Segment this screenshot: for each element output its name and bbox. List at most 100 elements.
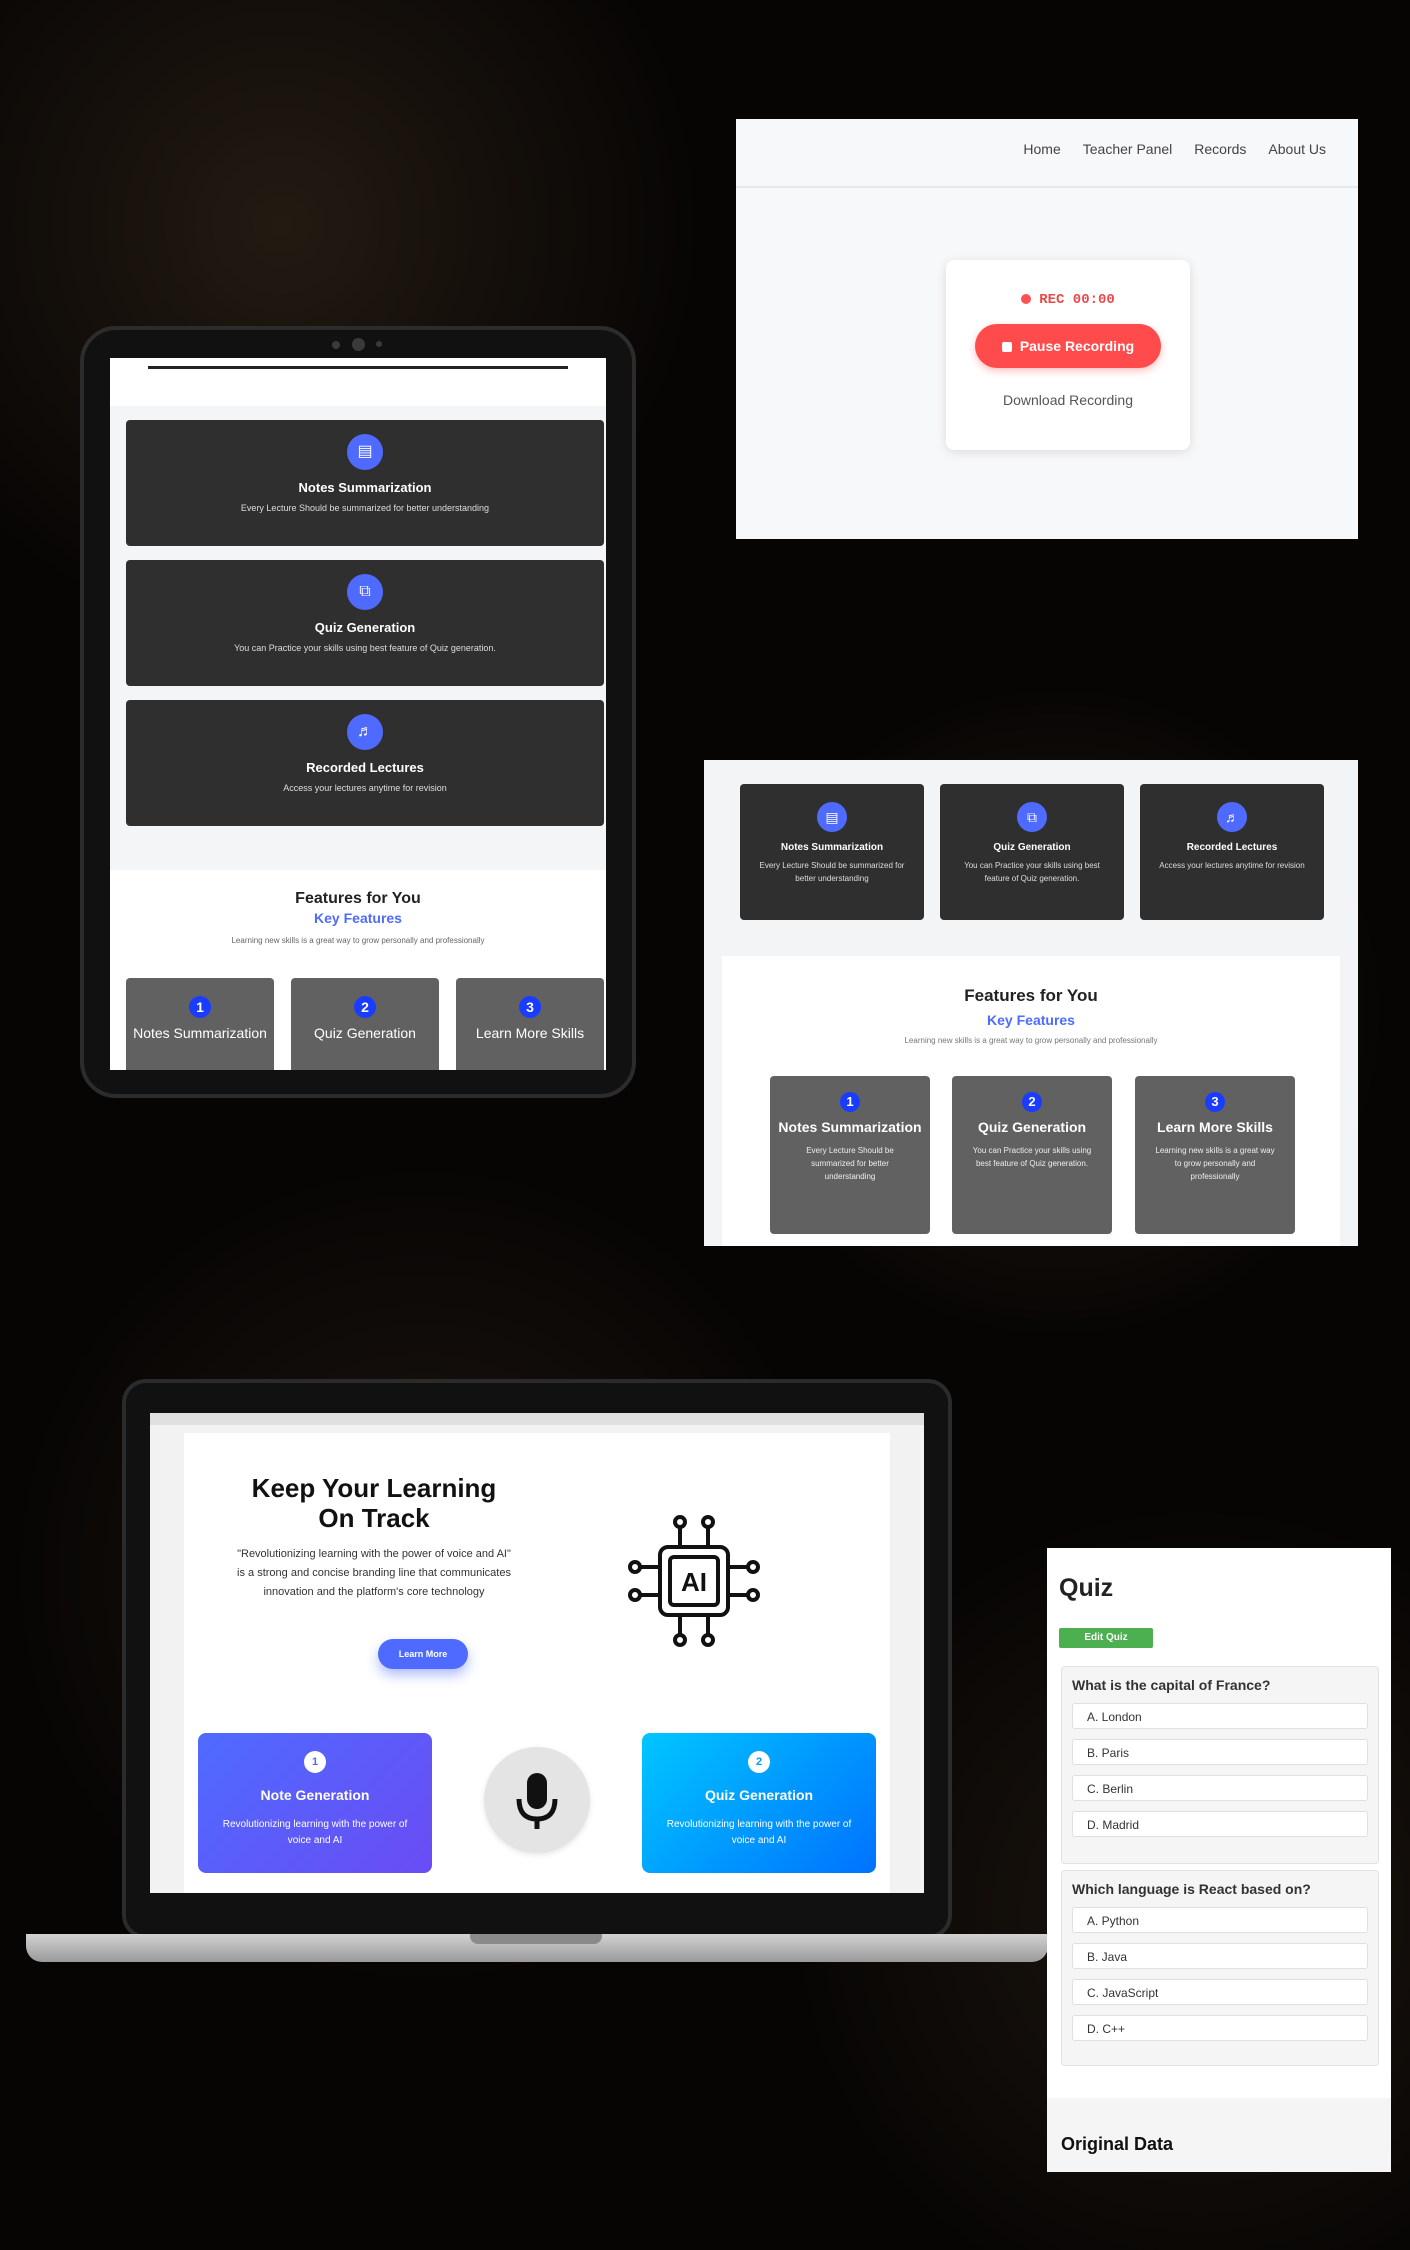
tablet-mockup: ▤ Notes Summarization Every Lecture Shou… xyxy=(80,326,636,1098)
notes-summarization-card[interactable]: ▤ Notes Summarization Every Lecture Shou… xyxy=(740,784,924,920)
answer-option[interactable]: A. London xyxy=(1072,1703,1368,1729)
answer-option[interactable]: D. C++ xyxy=(1072,2015,1368,2041)
microphone-icon xyxy=(516,1773,558,1829)
feature-number: 1 xyxy=(840,1092,860,1112)
card-desc: Access your lectures anytime for revisio… xyxy=(283,783,447,793)
feature-title: Quiz Generation xyxy=(977,1119,1087,1135)
feature-title: Learn More Skills xyxy=(1157,1119,1273,1135)
microphone-button[interactable] xyxy=(484,1747,590,1853)
feature-card[interactable]: 1 Notes Summarization xyxy=(126,978,274,1070)
answer-option[interactable]: B. Paris xyxy=(1072,1739,1368,1765)
features-panel: ▤ Notes Summarization Every Lecture Shou… xyxy=(704,760,1358,1246)
recording-panel: Home Teacher Panel Records About Us REC … xyxy=(736,119,1358,539)
card-title: Note Generation xyxy=(260,1787,370,1803)
pause-recording-button[interactable]: Pause Recording xyxy=(975,324,1161,368)
hero-section: Keep Your Learning On Track "Revolutioni… xyxy=(184,1433,890,1893)
feature-title: Notes Summarization xyxy=(778,1119,922,1135)
edit-quiz-button[interactable]: Edit Quiz xyxy=(1059,1628,1153,1648)
recording-status: REC 00:00 xyxy=(946,292,1190,308)
features-text: Learning new skills is a great way to gr… xyxy=(231,936,485,945)
features-heading: Features for You xyxy=(964,986,1098,1005)
feature-desc: Learning new skills is a great way to gr… xyxy=(1155,1146,1275,1181)
recording-timer: REC 00:00 xyxy=(1039,292,1115,308)
feature-card[interactable]: 1 Notes Summarization Every Lecture Shou… xyxy=(770,1076,930,1234)
features-subheading: Key Features xyxy=(314,910,402,926)
feature-title: Notes Summarization xyxy=(133,1025,267,1041)
laptop-screen: Keep Your Learning On Track "Revolutioni… xyxy=(150,1413,924,1893)
feature-number: 3 xyxy=(519,996,541,1018)
card-desc: You can Practice your skills using best … xyxy=(964,861,1100,883)
hero-paragraph: "Revolutionizing learning with the power… xyxy=(237,1548,511,1598)
feature-number: 1 xyxy=(189,996,211,1018)
feature-card[interactable]: 2 Quiz Generation xyxy=(291,978,439,1070)
recorder-card: REC 00:00 Pause Recording Download Recor… xyxy=(946,260,1190,450)
quiz-icon: ⧉ xyxy=(1017,802,1047,832)
card-desc: Every Lecture Should be summarized for b… xyxy=(759,861,905,883)
question-text: Which language is React based on? xyxy=(1072,1881,1311,1897)
note-generation-card[interactable]: 1 Note Generation Revolutionizing learni… xyxy=(198,1733,432,1873)
nav-records-link[interactable]: Records xyxy=(1194,141,1246,157)
feature-card[interactable]: 2 Quiz Generation You can Practice your … xyxy=(952,1076,1112,1234)
laptop-mockup: Keep Your Learning On Track "Revolutioni… xyxy=(122,1379,952,1939)
quiz-question: What is the capital of France? A. London… xyxy=(1061,1666,1379,1864)
card-desc: Revolutionizing learning with the power … xyxy=(222,1819,408,1846)
header-divider xyxy=(148,366,568,369)
nav-about-link[interactable]: About Us xyxy=(1268,141,1326,157)
answer-option[interactable]: D. Madrid xyxy=(1072,1811,1368,1837)
features-heading: Features for You xyxy=(295,890,421,907)
notes-icon: ▤ xyxy=(347,434,383,470)
quiz-title: Quiz xyxy=(1059,1574,1114,1602)
ai-label: AI xyxy=(681,1567,707,1597)
learn-more-button[interactable]: Learn More xyxy=(378,1639,468,1669)
notes-summarization-card[interactable]: ▤ Notes Summarization Every Lecture Shou… xyxy=(126,420,604,546)
card-title: Notes Summarization xyxy=(298,480,432,495)
feature-card[interactable]: 3 Learn More Skills Learning new skills … xyxy=(1135,1076,1295,1234)
hero-heading: Keep Your Learning On Track xyxy=(251,1473,497,1533)
browser-top-bar xyxy=(150,1413,924,1425)
feature-number: 2 xyxy=(1022,1092,1042,1112)
card-number: 1 xyxy=(304,1751,326,1773)
recorded-lectures-card[interactable]: ♬ Recorded Lectures Access your lectures… xyxy=(1140,784,1324,920)
nav-home-link[interactable]: Home xyxy=(1023,141,1060,157)
feature-card[interactable]: 3 Learn More Skills xyxy=(456,978,604,1070)
service-cards: ▤ Notes Summarization Every Lecture Shou… xyxy=(110,406,606,870)
stop-icon xyxy=(1001,342,1012,353)
answer-option[interactable]: B. Java xyxy=(1072,1943,1368,1969)
nav-teacher-panel-link[interactable]: Teacher Panel xyxy=(1083,141,1173,157)
answer-option[interactable]: A. Python xyxy=(1072,1907,1368,1933)
card-title: Notes Summarization xyxy=(780,842,884,853)
feature-desc: Every Lecture Should be summarized for b… xyxy=(806,1146,894,1181)
tablet-screen: ▤ Notes Summarization Every Lecture Shou… xyxy=(110,358,606,1070)
features-section: Features for You Key Features Learning n… xyxy=(110,870,606,1070)
download-recording-link[interactable]: Download Recording xyxy=(946,392,1190,408)
quiz-generation-card[interactable]: ⧉ Quiz Generation You can Practice your … xyxy=(940,784,1124,920)
original-data-section: Original Data xyxy=(1047,2098,1391,2172)
card-desc: You can Practice your skills using best … xyxy=(234,643,496,653)
card-title: Quiz Generation xyxy=(704,1787,814,1803)
feature-title: Learn More Skills xyxy=(475,1025,585,1041)
top-navbar: Home Teacher Panel Records About Us xyxy=(736,119,1358,188)
laptop-notch xyxy=(470,1934,602,1944)
quiz-panel: Quiz Edit Quiz What is the capital of Fr… xyxy=(1047,1548,1391,2172)
card-desc: Access your lectures anytime for revisio… xyxy=(1159,861,1305,870)
features-text: Learning new skills is a great way to gr… xyxy=(904,1036,1158,1045)
feature-number: 3 xyxy=(1205,1092,1225,1112)
quiz-icon: ⧉ xyxy=(347,574,383,610)
notes-icon: ▤ xyxy=(817,802,847,832)
recorded-lecture-icon: ♬ xyxy=(1217,802,1247,832)
card-title: Quiz Generation xyxy=(993,842,1071,853)
question-text: What is the capital of France? xyxy=(1072,1677,1271,1693)
card-title: Recorded Lectures xyxy=(306,760,424,775)
quiz-generation-card[interactable]: ⧉ Quiz Generation You can Practice your … xyxy=(126,560,604,686)
card-title: Recorded Lectures xyxy=(1186,842,1278,853)
answer-option[interactable]: C. JavaScript xyxy=(1072,1979,1368,2005)
ai-chip-icon: AI xyxy=(628,1515,760,1647)
answer-option[interactable]: C. Berlin xyxy=(1072,1775,1368,1801)
feature-number: 2 xyxy=(354,996,376,1018)
laptop-base xyxy=(26,1934,1048,1962)
original-data-heading: Original Data xyxy=(1061,2134,1174,2154)
recorded-lecture-icon: ♬ xyxy=(347,714,383,750)
quiz-generation-card[interactable]: 2 Quiz Generation Revolutionizing learni… xyxy=(642,1733,876,1873)
feature-title: Quiz Generation xyxy=(314,1025,416,1041)
recorded-lectures-card[interactable]: ♬ Recorded Lectures Access your lectures… xyxy=(126,700,604,826)
